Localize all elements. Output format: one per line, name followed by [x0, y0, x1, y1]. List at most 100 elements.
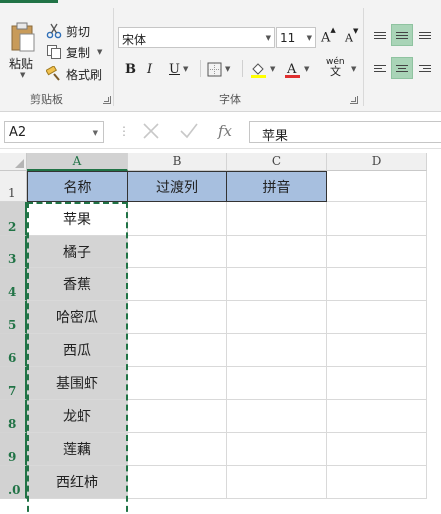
align-right-button[interactable]	[414, 57, 436, 79]
cell-c10[interactable]	[227, 466, 327, 499]
align-top-button[interactable]	[369, 24, 391, 46]
column-header-c[interactable]: C	[227, 153, 327, 171]
cell-a3[interactable]: 橘子	[27, 236, 128, 268]
cell-a8[interactable]: 龙虾	[27, 400, 128, 433]
copy-icon	[47, 45, 61, 59]
formula-input[interactable]: 苹果	[249, 121, 441, 144]
cell-c4[interactable]	[227, 268, 327, 301]
cell-b8[interactable]	[128, 400, 227, 433]
font-size-select[interactable]: 11 ▼	[276, 27, 316, 48]
row-header[interactable]: 2	[0, 202, 27, 236]
cell-a2[interactable]: 苹果	[27, 202, 128, 236]
row-number: 3	[8, 252, 17, 266]
column-header-d[interactable]: D	[327, 153, 427, 171]
phonetic-button[interactable]: wén 文	[326, 57, 345, 77]
chevron-down-icon[interactable]: ▼	[270, 65, 275, 73]
cell-b7[interactable]	[128, 367, 227, 400]
name-box-value: A2	[9, 125, 27, 140]
align-left-button[interactable]	[369, 57, 391, 79]
cell-d10[interactable]	[327, 466, 427, 499]
align-bottom-button[interactable]	[414, 24, 436, 46]
bold-button[interactable]: B	[125, 59, 136, 79]
header-cell-d1[interactable]	[327, 171, 427, 202]
font-dialog-launcher-icon[interactable]	[350, 96, 358, 104]
svg-text:A: A	[286, 62, 297, 77]
italic-button[interactable]: I	[147, 59, 152, 79]
cell-c9[interactable]	[227, 433, 327, 466]
shrink-font-button[interactable]: A▼	[345, 27, 358, 45]
row-number: 4	[8, 285, 17, 299]
cell-c6[interactable]	[227, 334, 327, 367]
insert-function-button[interactable]: fx	[208, 122, 246, 143]
cell-a10[interactable]: 西红柿	[27, 466, 128, 499]
row-header[interactable]: 3	[0, 236, 27, 268]
cell-c8[interactable]	[227, 400, 327, 433]
cut-button[interactable]: 剪切	[46, 21, 90, 41]
paint-bucket-icon	[251, 62, 266, 78]
chevron-down-icon[interactable]: ▼	[351, 65, 356, 73]
cell-a4[interactable]: 香蕉	[27, 268, 128, 301]
column-header-b[interactable]: B	[128, 153, 227, 171]
cell-c2[interactable]	[227, 202, 327, 236]
grow-font-button[interactable]: A▲	[321, 26, 336, 45]
cell-a6[interactable]: 西瓜	[27, 334, 128, 367]
fill-color-button[interactable]: ▼	[250, 59, 275, 79]
underline-button[interactable]: U ▼	[169, 59, 188, 79]
header-cell-c1[interactable]: 拼音	[227, 171, 327, 202]
chevron-down-icon: ▼	[306, 34, 312, 42]
cancel-formula-button[interactable]	[132, 122, 170, 143]
row-header[interactable]: 7	[0, 367, 27, 400]
row-header[interactable]: 5	[0, 301, 27, 334]
cell-c3[interactable]	[227, 236, 327, 268]
paste-button[interactable]: 粘贴 ▼	[6, 22, 40, 84]
cell-d5[interactable]	[327, 301, 427, 334]
cell-c5[interactable]	[227, 301, 327, 334]
cell-d2[interactable]	[327, 202, 427, 236]
cell-d9[interactable]	[327, 433, 427, 466]
cell-b4[interactable]	[128, 268, 227, 301]
row-header[interactable]: .0	[0, 466, 27, 499]
cell-a9[interactable]: 莲藕	[27, 433, 128, 466]
name-box[interactable]: A2 ▼	[4, 121, 104, 143]
chevron-down-icon[interactable]: ▼	[93, 129, 98, 137]
row-header[interactable]: 4	[0, 268, 27, 301]
row-number: 1	[8, 186, 16, 200]
cell-b9[interactable]	[128, 433, 227, 466]
cell-b6[interactable]	[128, 334, 227, 367]
font-color-button[interactable]: A ▼	[284, 59, 309, 79]
header-cell-b1[interactable]: 过渡列	[128, 171, 227, 202]
cell-d3[interactable]	[327, 236, 427, 268]
row-header[interactable]: 8	[0, 400, 27, 433]
font-name-select[interactable]: 宋体 ▼	[118, 27, 275, 48]
align-middle-button[interactable]	[391, 24, 413, 46]
row-header[interactable]: 6	[0, 334, 27, 367]
row-header[interactable]: 9	[0, 433, 27, 466]
chevron-down-icon[interactable]: ▼	[225, 65, 230, 73]
chevron-down-icon[interactable]: ▼	[304, 65, 309, 73]
cell-b5[interactable]	[128, 301, 227, 334]
formula-buttons: fx	[132, 121, 247, 143]
align-center-button[interactable]	[391, 57, 413, 79]
row-header[interactable]: 1	[0, 171, 27, 202]
cell-b3[interactable]	[128, 236, 227, 268]
cell-b10[interactable]	[128, 466, 227, 499]
cell-d4[interactable]	[327, 268, 427, 301]
cell-d8[interactable]	[327, 400, 427, 433]
chevron-down-icon[interactable]: ▼	[183, 65, 188, 73]
clipboard-dialog-launcher-icon[interactable]	[103, 96, 111, 104]
select-all-button[interactable]	[0, 153, 27, 171]
cell-c7[interactable]	[227, 367, 327, 400]
cell-b2[interactable]	[128, 202, 227, 236]
copy-button[interactable]: 复制 ▼	[46, 42, 102, 62]
more-options-icon[interactable]: ⋮	[118, 124, 130, 138]
header-cell-a1[interactable]: 名称	[27, 171, 128, 202]
confirm-formula-button[interactable]	[170, 122, 208, 143]
cell-a5[interactable]: 哈密瓜	[27, 301, 128, 334]
format-painter-button[interactable]: 格式刷	[46, 64, 102, 84]
cell-d6[interactable]	[327, 334, 427, 367]
chevron-down-icon[interactable]: ▼	[97, 48, 102, 56]
cell-d7[interactable]	[327, 367, 427, 400]
borders-button[interactable]: ▼	[207, 59, 230, 79]
cell-a7[interactable]: 基围虾	[27, 367, 128, 400]
column-header-a[interactable]: A	[27, 153, 128, 171]
